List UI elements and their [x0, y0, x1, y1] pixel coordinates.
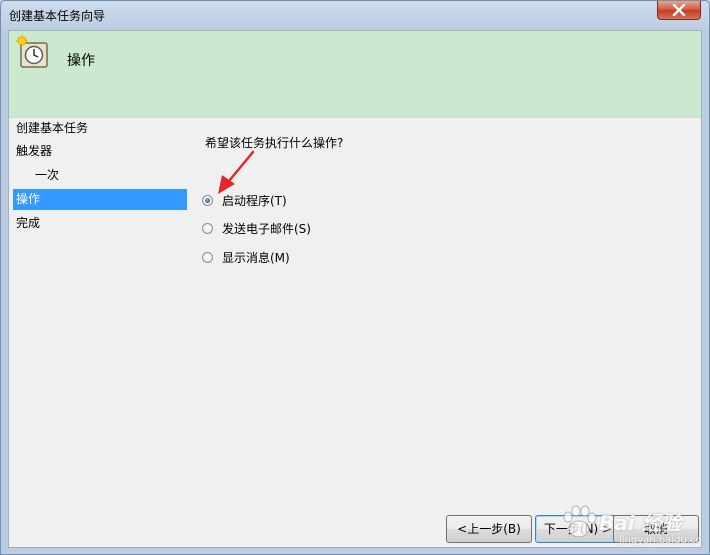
back-button[interactable]: <上一步(B)	[446, 515, 532, 543]
red-arrow-annotation	[218, 150, 255, 194]
wizard-client-area: 操作 创建基本任务 触发器 一次 操作 完成 希望该任务执行什么操作? 启动程序…	[8, 30, 702, 548]
baidu-watermark: Bai 经验 jingyan.baidu.com	[557, 501, 701, 547]
title-bar[interactable]: 创建基本任务向导	[1, 1, 709, 29]
watermark-url: jingyan.baidu.com	[619, 535, 702, 546]
window-title: 创建基本任务向导	[9, 9, 106, 23]
close-icon	[672, 4, 686, 16]
watermark-text: Bai 经验	[599, 511, 682, 535]
wizard-window: 创建基本任务向导 操作 创建基本任务 触发器 一次 操作 完成 希望该任务执行什…	[0, 0, 710, 555]
paw-logo-icon	[563, 505, 597, 538]
close-button[interactable]	[657, 1, 701, 20]
